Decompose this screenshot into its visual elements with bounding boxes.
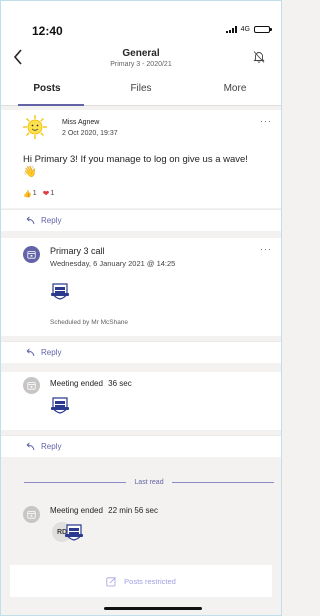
meeting-title: Primary 3 call	[50, 246, 105, 256]
calendar-icon	[23, 246, 40, 263]
scheduled-by: Scheduled by Mr McShane	[50, 319, 129, 326]
meeting-datetime: Wednesday, 6 January 2021 @ 14:25	[50, 259, 176, 268]
thumbs-up-icon: 👍	[23, 190, 32, 198]
last-read-divider: Last read	[0, 471, 282, 493]
battery-icon	[254, 26, 272, 33]
channel-header: General Primary 3 - 2020/21	[0, 40, 282, 74]
sun-avatar-icon	[23, 115, 47, 139]
calendar-icon	[23, 377, 40, 394]
divider-line	[24, 481, 127, 483]
divider-line	[171, 481, 274, 483]
calendar-icon	[23, 506, 40, 523]
meeting-ended-label: Meeting ended	[50, 379, 103, 388]
status-indicators: 4G	[225, 26, 272, 33]
bell-off-icon	[253, 51, 265, 63]
post-message: Hi Primary 3! If you manage to log on gi…	[23, 154, 248, 165]
reaction-count: 1	[32, 190, 37, 197]
reply-label: Reply	[41, 216, 62, 225]
channel-tabs: Posts Files More	[0, 74, 282, 106]
meeting-ended-label: Meeting ended	[50, 506, 103, 515]
meeting-status: Meeting ended 22 min 56 sec	[50, 506, 158, 515]
meeting-duration: 22 min 56 sec	[108, 506, 158, 515]
heart-reaction[interactable]: ❤ 1	[43, 189, 55, 198]
reply-arrow-icon	[26, 442, 35, 451]
reply-button[interactable]: Reply	[0, 209, 282, 231]
meeting-status: Meeting ended 36 sec	[50, 379, 132, 388]
school-badge-icon	[51, 397, 69, 414]
status-time: 12:40	[32, 24, 63, 38]
post-timestamp: 2 Oct 2020, 19:37	[62, 130, 118, 137]
heart-icon: ❤	[42, 189, 50, 198]
reply-button[interactable]: Reply	[0, 341, 282, 363]
reply-arrow-icon	[26, 348, 35, 357]
meeting-duration: 36 sec	[108, 379, 132, 388]
tab-posts[interactable]: Posts	[0, 74, 94, 106]
post-text: Hi Primary 3! If you manage to log on gi…	[23, 154, 281, 179]
meeting-ended-card: Meeting ended 36 sec	[0, 372, 282, 430]
team-name: Primary 3 - 2020/21	[110, 61, 172, 68]
reply-button[interactable]: Reply	[0, 435, 282, 457]
wave-emoji: 👋	[23, 166, 37, 178]
more-options-button[interactable]: ···	[260, 116, 272, 126]
last-read-label: Last read	[134, 478, 164, 486]
meeting-card: Primary 3 call Wednesday, 6 January 2021…	[0, 238, 282, 336]
posts-restricted-bar: Posts restricted	[10, 565, 272, 597]
network-label: 4G	[240, 26, 250, 33]
channel-title: General	[122, 48, 160, 59]
post-author: Miss Agnew	[62, 119, 100, 126]
school-badge-icon	[51, 283, 69, 300]
status-bar: 12:40 4G	[0, 0, 282, 40]
reply-label: Reply	[41, 348, 62, 357]
reply-arrow-icon	[26, 216, 35, 225]
post-card: Miss Agnew 2 Oct 2020, 19:37 ··· Hi Prim…	[0, 110, 282, 208]
school-badge-icon	[65, 524, 83, 541]
reactions: 👍 1 ❤ 1	[23, 189, 54, 198]
notifications-button[interactable]	[250, 48, 268, 66]
compose-icon	[106, 576, 116, 586]
signal-icon	[225, 26, 237, 33]
reply-label: Reply	[41, 442, 62, 451]
home-indicator	[104, 607, 202, 610]
more-options-button[interactable]: ···	[260, 244, 272, 254]
meeting-ended-card: Meeting ended 22 min 56 sec RD	[0, 500, 282, 552]
thumbs-up-reaction[interactable]: 👍 1	[23, 190, 37, 198]
reaction-count: 1	[50, 190, 55, 197]
tab-files[interactable]: Files	[94, 74, 188, 105]
tab-more[interactable]: More	[188, 74, 282, 105]
posts-restricted-label: Posts restricted	[124, 576, 176, 586]
